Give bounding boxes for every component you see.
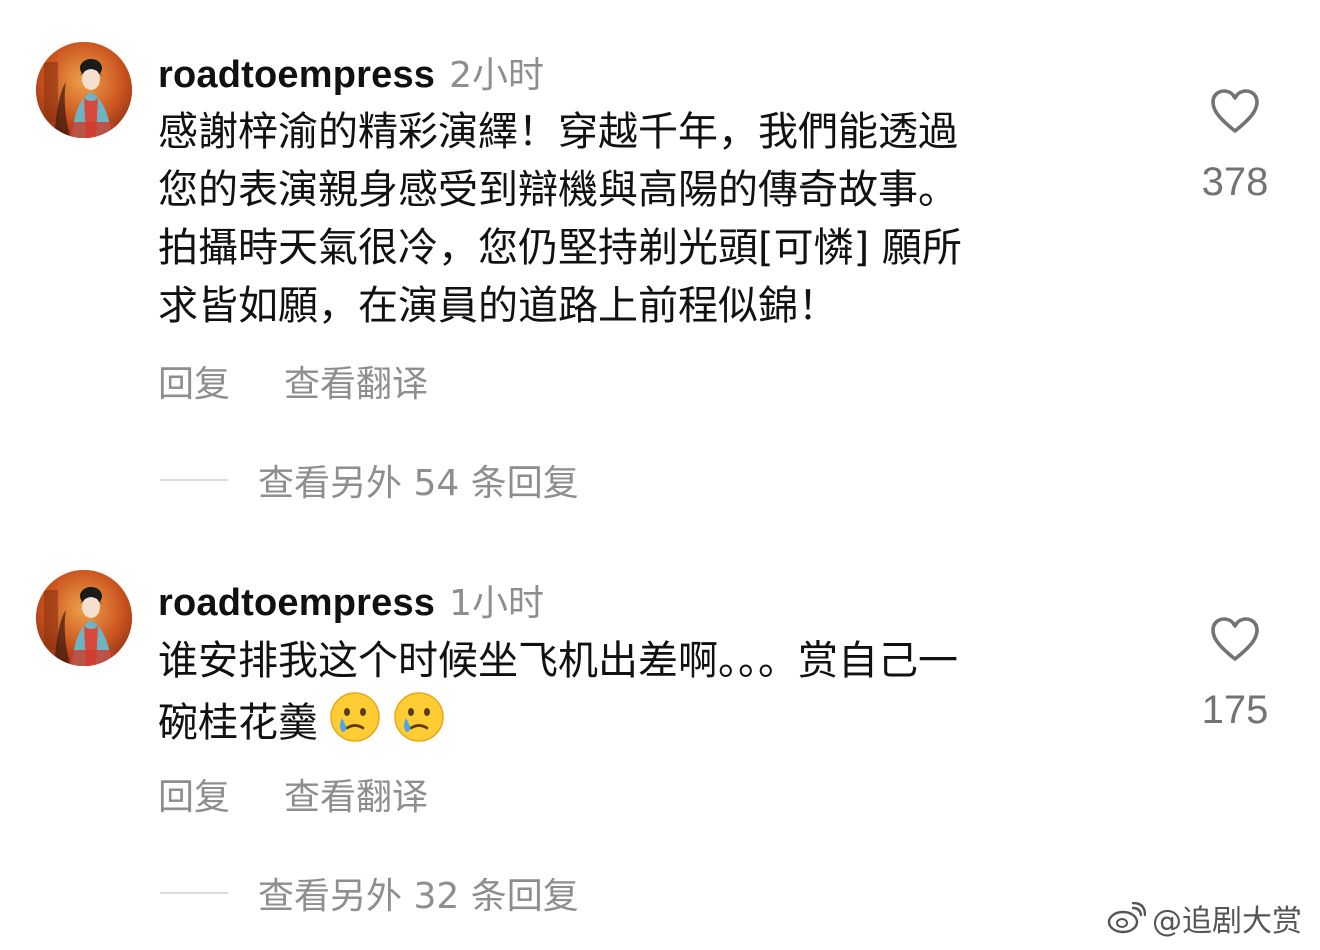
weibo-logo-icon — [1107, 902, 1146, 934]
comment-header: roadtoempress 2小时 — [158, 46, 544, 98]
comment-text: 谁安排我这个时候坐飞机出差啊。。。赏自己一 碗桂花羹 — [158, 632, 1148, 752]
comment-text: 感謝梓渝的精彩演繹！穿越千年，我們能透過 您的表演親身感受到辯機與高陽的傳奇故事… — [158, 103, 1148, 335]
avatar-image — [36, 42, 132, 138]
avatar[interactable] — [36, 42, 132, 138]
comment-text-line: 您的表演親身感受到辯機與高陽的傳奇故事。 — [158, 167, 958, 213]
heart-icon[interactable] — [1210, 88, 1260, 134]
like-count: 175 — [1201, 688, 1269, 732]
timestamp: 2小时 — [449, 55, 545, 96]
view-more-replies[interactable]: 查看另外 32 条回复 — [160, 867, 579, 919]
watermark-text: @追剧大赏 — [1152, 904, 1302, 939]
translate-button[interactable]: 查看翻译 — [284, 768, 428, 820]
username[interactable]: roadtoempress — [158, 582, 435, 624]
comment-text-line: 谁安排我这个时候坐飞机出差啊。。。赏自己一 — [158, 638, 958, 684]
replies-divider — [160, 479, 228, 481]
comment-actions: 回复 查看翻译 — [158, 355, 428, 407]
like-count: 378 — [1201, 160, 1269, 204]
view-more-replies-label: 查看另外 32 条回复 — [258, 876, 579, 917]
comment-text-line: 拍攝時天氣很冷，您仍堅持剃光頭[可憐] 願所 — [158, 225, 962, 271]
replies-divider — [160, 892, 228, 894]
avatar[interactable] — [36, 570, 132, 666]
comment-actions: 回复 查看翻译 — [158, 768, 428, 820]
crying-face-emoji — [394, 692, 444, 742]
translate-button[interactable]: 查看翻译 — [284, 355, 428, 407]
like-area: 175 — [1180, 616, 1290, 733]
timestamp: 1小时 — [449, 583, 545, 624]
username[interactable]: roadtoempress — [158, 54, 435, 96]
comment-text-line: 感謝梓渝的精彩演繹！穿越千年，我們能透過 — [158, 109, 958, 155]
like-area: 378 — [1180, 88, 1290, 205]
comment-text-line: 求皆如願，在演員的道路上前程似錦！ — [158, 283, 838, 329]
view-more-replies-label: 查看另外 54 条回复 — [258, 463, 579, 504]
reply-button[interactable]: 回复 — [158, 355, 230, 407]
comment-text-line: 碗桂花羹 — [158, 690, 1148, 752]
crying-face-emoji — [330, 692, 380, 742]
watermark: @追剧大赏 — [1106, 896, 1302, 940]
avatar-image — [36, 570, 132, 666]
comment-header: roadtoempress 1小时 — [158, 574, 544, 626]
view-more-replies[interactable]: 查看另外 54 条回复 — [160, 454, 579, 506]
reply-button[interactable]: 回复 — [158, 768, 230, 820]
heart-icon[interactable] — [1210, 616, 1260, 662]
comment-text-fragment: 碗桂花羹 — [158, 700, 318, 746]
